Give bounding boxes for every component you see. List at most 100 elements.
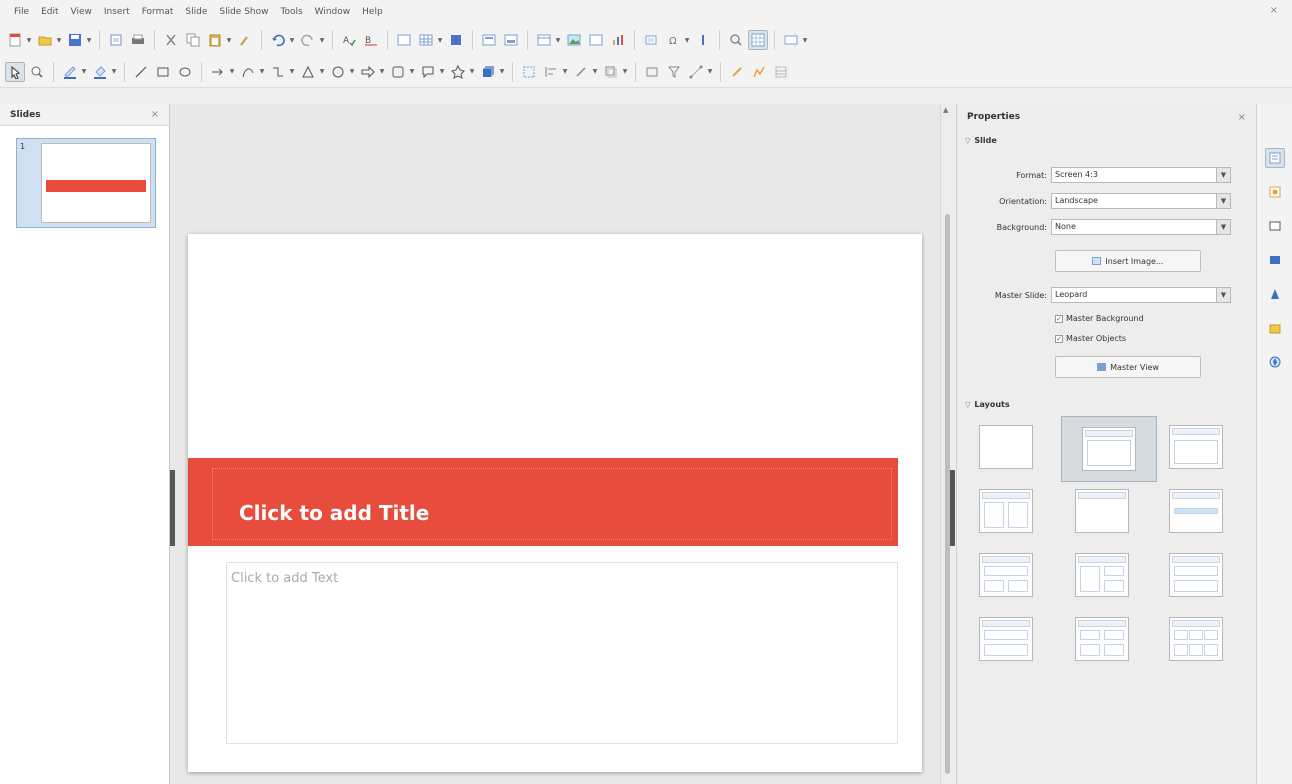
- undo-dropdown-icon[interactable]: ▼: [289, 30, 295, 50]
- special-char-dropdown-icon[interactable]: ▼: [684, 30, 690, 50]
- line-color-dropdown-icon[interactable]: ▼: [81, 62, 87, 82]
- properties-tab-icon[interactable]: [1265, 148, 1285, 168]
- save-icon[interactable]: [65, 30, 85, 50]
- crop-icon[interactable]: [642, 62, 662, 82]
- callouts-icon[interactable]: [418, 62, 438, 82]
- menu-format[interactable]: Format: [136, 7, 180, 17]
- textbox-icon[interactable]: [586, 30, 606, 50]
- symbol-shapes-icon[interactable]: [328, 62, 348, 82]
- title-placeholder[interactable]: Click to add Title: [239, 501, 429, 525]
- layout-title-2-content[interactable]: [971, 484, 1041, 538]
- slide-thumbnail-selected[interactable]: 1: [16, 138, 156, 228]
- print-icon[interactable]: [128, 30, 148, 50]
- paste-dropdown-icon[interactable]: ▼: [226, 30, 232, 50]
- format-select[interactable]: Screen 4:3 ▼: [1051, 167, 1231, 183]
- chevron-down-icon[interactable]: ▼: [1216, 168, 1230, 182]
- open-icon[interactable]: [35, 30, 55, 50]
- menu-slide-show[interactable]: Slide Show: [213, 7, 274, 17]
- menu-window[interactable]: Window: [309, 7, 357, 17]
- symbol-shapes-dropdown-icon[interactable]: ▼: [349, 62, 355, 82]
- layout-icon[interactable]: [534, 30, 554, 50]
- chevron-down-icon[interactable]: ▼: [1216, 288, 1230, 302]
- clone-formatting-icon[interactable]: [235, 30, 255, 50]
- background-select[interactable]: None ▼: [1051, 219, 1231, 235]
- arrow-dropdown-icon[interactable]: ▼: [229, 62, 235, 82]
- select-icon[interactable]: [5, 61, 25, 82]
- menu-tools[interactable]: Tools: [274, 7, 308, 17]
- layouts-section-header[interactable]: ▽ Layouts: [965, 400, 1010, 409]
- insert-image-button[interactable]: Insert Image...: [1055, 250, 1201, 272]
- close-document-button[interactable]: ×: [1270, 5, 1278, 16]
- display-grid-icon[interactable]: [394, 30, 414, 50]
- checkbox-checked-icon[interactable]: ✓: [1055, 334, 1063, 343]
- extrusion-icon[interactable]: [749, 62, 769, 82]
- undo-icon[interactable]: [268, 30, 288, 50]
- fill-color-icon[interactable]: [90, 62, 110, 82]
- block-arrows-dropdown-icon[interactable]: ▼: [379, 62, 385, 82]
- layout-dropdown-icon[interactable]: ▼: [555, 30, 561, 50]
- align-icon[interactable]: [541, 62, 561, 82]
- menu-slide[interactable]: Slide: [179, 7, 213, 17]
- callouts-dropdown-icon[interactable]: ▼: [439, 62, 445, 82]
- edit-vertical-scrollbar[interactable]: ▲: [940, 104, 954, 784]
- styles-icon[interactable]: [1265, 284, 1285, 304]
- title-placeholder-box[interactable]: Click to add Title: [212, 468, 892, 540]
- connector-icon[interactable]: [268, 62, 288, 82]
- stars-icon[interactable]: [448, 62, 468, 82]
- slide-canvas[interactable]: Click to add Title Click to add Text: [188, 234, 922, 772]
- rectangle-icon[interactable]: [153, 62, 173, 82]
- ellipse-icon[interactable]: [175, 62, 195, 82]
- 3d-objects-dropdown-icon[interactable]: ▼: [499, 62, 505, 82]
- arrange-dropdown-icon[interactable]: ▼: [592, 62, 598, 82]
- 3d-objects-icon[interactable]: [478, 62, 498, 82]
- table-dropdown-icon[interactable]: ▼: [437, 30, 443, 50]
- menu-view[interactable]: View: [65, 7, 98, 17]
- shadow-dropdown-icon[interactable]: ▼: [622, 62, 628, 82]
- orientation-select[interactable]: Landscape ▼: [1051, 193, 1231, 209]
- collapse-icon[interactable]: ▽: [965, 401, 970, 409]
- layout-title-content-2[interactable]: [971, 548, 1041, 602]
- basic-shapes-dropdown-icon[interactable]: ▼: [319, 62, 325, 82]
- new-dropdown-icon[interactable]: ▼: [26, 30, 32, 50]
- layout-title-content[interactable]: [1061, 416, 1157, 482]
- pdf-icon[interactable]: [106, 30, 126, 50]
- redo-icon[interactable]: [298, 30, 318, 50]
- custom-animation-icon[interactable]: [1265, 216, 1285, 236]
- cut-icon[interactable]: [161, 30, 181, 50]
- slide-icon[interactable]: [479, 30, 499, 50]
- arrow-icon[interactable]: [208, 62, 228, 82]
- master-icon[interactable]: [726, 30, 746, 50]
- master-objects-checkbox[interactable]: ✓ Master Objects: [1055, 334, 1126, 343]
- flowchart-dropdown-icon[interactable]: ▼: [409, 62, 415, 82]
- layout-title-4-content[interactable]: [1067, 612, 1137, 666]
- collapse-icon[interactable]: ▽: [965, 137, 970, 145]
- layout-title-slide[interactable]: [1067, 484, 1137, 538]
- shadow-icon[interactable]: [601, 62, 621, 82]
- gallery-toggle-icon[interactable]: [771, 62, 791, 82]
- save-dropdown-icon[interactable]: ▼: [86, 30, 92, 50]
- line-icon[interactable]: [131, 62, 151, 82]
- autospell-icon[interactable]: B: [361, 30, 381, 50]
- table-icon[interactable]: [416, 30, 436, 50]
- block-arrows-icon[interactable]: [358, 62, 378, 82]
- menu-edit[interactable]: Edit: [35, 7, 64, 17]
- spellcheck-icon[interactable]: A: [339, 30, 359, 50]
- chevron-down-icon[interactable]: ▼: [1216, 220, 1230, 234]
- redo-dropdown-icon[interactable]: ▼: [319, 30, 325, 50]
- gallery-icon[interactable]: [1265, 318, 1285, 338]
- curve-dropdown-icon[interactable]: ▼: [259, 62, 265, 82]
- image-icon[interactable]: [564, 30, 584, 50]
- layout-title-2-content-over[interactable]: [1161, 548, 1231, 602]
- layout-title-content-over-content[interactable]: [971, 612, 1041, 666]
- slide-view-icon[interactable]: [748, 30, 768, 50]
- content-placeholder[interactable]: Click to add Text: [231, 571, 338, 586]
- fill-color-dropdown-icon[interactable]: ▼: [111, 62, 117, 82]
- paste-icon[interactable]: [205, 30, 225, 50]
- points-icon[interactable]: [686, 62, 706, 82]
- open-dropdown-icon[interactable]: ▼: [56, 30, 62, 50]
- properties-close-button[interactable]: ×: [1238, 112, 1246, 123]
- glue-icon[interactable]: [727, 62, 747, 82]
- master-view-button[interactable]: Master View: [1055, 356, 1201, 378]
- zoom-icon[interactable]: [27, 62, 47, 82]
- slides-pane-splitter-handle[interactable]: [170, 470, 175, 546]
